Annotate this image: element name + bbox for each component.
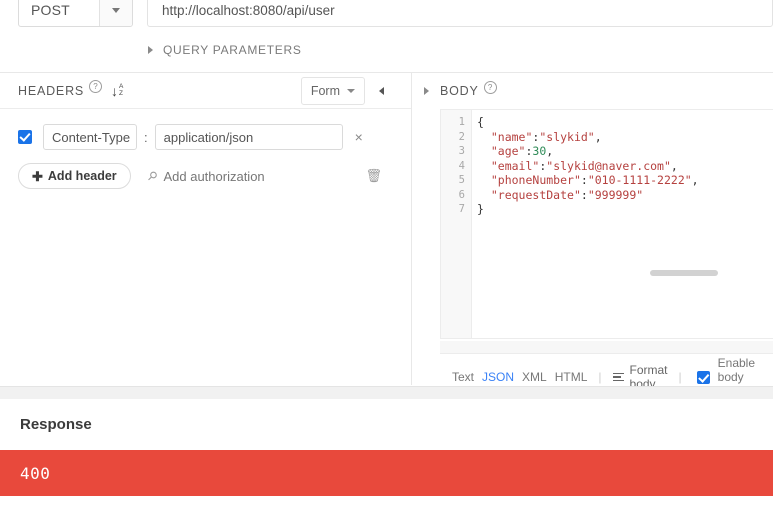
request-bar: POST http://localhost:8080/api/user [0,0,773,28]
line-number: 7 [458,203,465,215]
code-token: { [477,115,484,129]
chevron-down-icon [347,88,355,93]
sort-letter-z: Z [119,89,124,97]
expand-right-button[interactable] [412,87,440,95]
code-token: : [580,173,588,187]
format-option-json[interactable]: JSON [482,370,514,384]
query-parameters-label: QUERY PARAMETERS [163,43,302,57]
response-section-header: Response [0,399,773,450]
trash-icon[interactable]: 🗑 [365,168,382,184]
code-token: } [477,202,484,216]
http-method-value: POST [31,2,70,18]
add-header-button[interactable]: ✚ Add header [18,163,131,189]
toolbar-separator: | [598,370,602,384]
response-title: Response [20,416,92,433]
headers-panel-header: HEADERS ? ↓ A Z Form [0,73,411,109]
chevron-down-icon[interactable] [99,0,132,26]
code-line: } [477,202,699,217]
code-token: "age" [490,144,526,158]
line-number: 3 [458,145,465,157]
response-status-bar: 400 [0,450,773,496]
sort-arrow-glyph: ↓ [111,82,119,99]
line-number: 5 [458,174,465,186]
code-token: "requestDate" [490,187,581,202]
header-separator: : [144,129,148,145]
body-title: BODY [440,84,479,98]
code-token: : [580,187,588,202]
code-token: "slykid@naver.com" [546,158,671,173]
view-mode-value: Form [310,83,340,98]
header-key-value: Content-Type [52,129,131,145]
remove-header-icon[interactable]: × [355,130,363,144]
enable-body-evaluation-checkbox[interactable] [696,370,710,384]
line-number: 1 [458,116,465,128]
headers-actions-row: ✚ Add header ⚲ Add authorization 🗑 [0,163,411,189]
format-option-html[interactable]: HTML [555,370,588,384]
code-line: "requestDate":"999999" [477,188,699,203]
code-token: "slykid" [539,129,595,144]
body-panel-header: BODY ? [412,73,773,109]
plus-icon: ✚ [32,168,43,184]
key-icon: ⚲ [144,167,161,185]
help-icon[interactable]: ? [89,80,103,93]
url-input[interactable]: http://localhost:8080/api/user [147,0,773,27]
table-row: Content-Type : application/json × [0,124,411,150]
header-value-input[interactable]: application/json [154,124,343,150]
editor-hscrollbar-thumb[interactable] [650,270,718,276]
add-authorization-button[interactable]: ⚲ Add authorization [144,168,265,184]
code-token: , [670,158,678,173]
code-token: , [594,129,602,144]
sort-alphabetical-icon[interactable]: ↓ A Z [111,82,124,99]
page-bottom [0,496,773,506]
code-token: "010-1111-2222" [587,173,692,187]
code-token: , [691,173,699,187]
line-number-gutter: 1 2 3 4 5 6 7 [441,110,472,338]
code-line: "name":"slykid", [477,130,699,145]
chevron-right-icon [148,46,153,54]
code-token: "999999" [587,187,644,202]
code-token: 30 [532,144,547,158]
header-value-text: application/json [163,129,254,145]
help-icon[interactable]: ? [483,80,497,94]
format-option-text[interactable]: Text [452,370,474,384]
collapse-left-button[interactable] [365,86,397,95]
status-code: 400 [20,463,51,483]
code-token: , [546,144,554,158]
editor-hscrollbar[interactable] [440,341,773,354]
header-key-input[interactable]: Content-Type [43,124,137,150]
code-line: { [477,115,699,130]
view-mode-dropdown[interactable]: Form [300,76,365,105]
add-header-label: Add header [47,169,117,183]
code-token: "email" [490,158,540,173]
code-token: "name" [490,129,533,144]
query-parameters-toggle[interactable]: QUERY PARAMETERS [148,40,302,60]
line-number: 6 [458,188,465,201]
url-value: http://localhost:8080/api/user [162,2,335,18]
header-enabled-checkbox[interactable] [18,130,32,144]
format-option-xml[interactable]: XML [522,370,547,384]
line-number: 4 [458,159,465,172]
section-gap [0,386,773,400]
headers-panel: HEADERS ? ↓ A Z Form Content-Type : appl… [0,73,411,385]
code-line: "email":"slykid@naver.com", [477,159,699,174]
code-token: "phoneNumber" [490,173,581,187]
body-code-editor[interactable]: 1 2 3 4 5 6 7 { "name":"slykid", "age":3… [440,109,773,339]
body-panel: BODY ? 1 2 3 4 5 6 7 { "name":"slykid", … [412,73,773,385]
add-authorization-label: Add authorization [163,168,265,184]
headers-title: HEADERS [18,83,85,98]
http-method-select[interactable]: POST [18,0,133,27]
code-line: "phoneNumber":"010-1111-2222", [477,173,699,188]
toolbar-separator: | [678,370,682,384]
body-json-content: { "name":"slykid", "age":30, "email":"sl… [472,110,699,217]
format-lines-icon [612,372,624,382]
code-line: "age":30, [477,144,699,159]
line-number: 2 [458,130,465,143]
